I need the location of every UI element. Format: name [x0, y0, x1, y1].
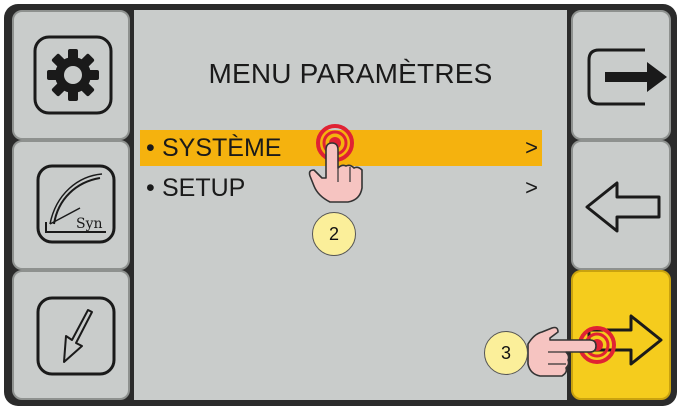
step-badge-3: 3 — [484, 331, 528, 375]
step-badge-2: 2 — [312, 212, 356, 256]
pointing-hand-icon — [308, 142, 363, 203]
tap-annotation-overlay — [308, 124, 616, 377]
